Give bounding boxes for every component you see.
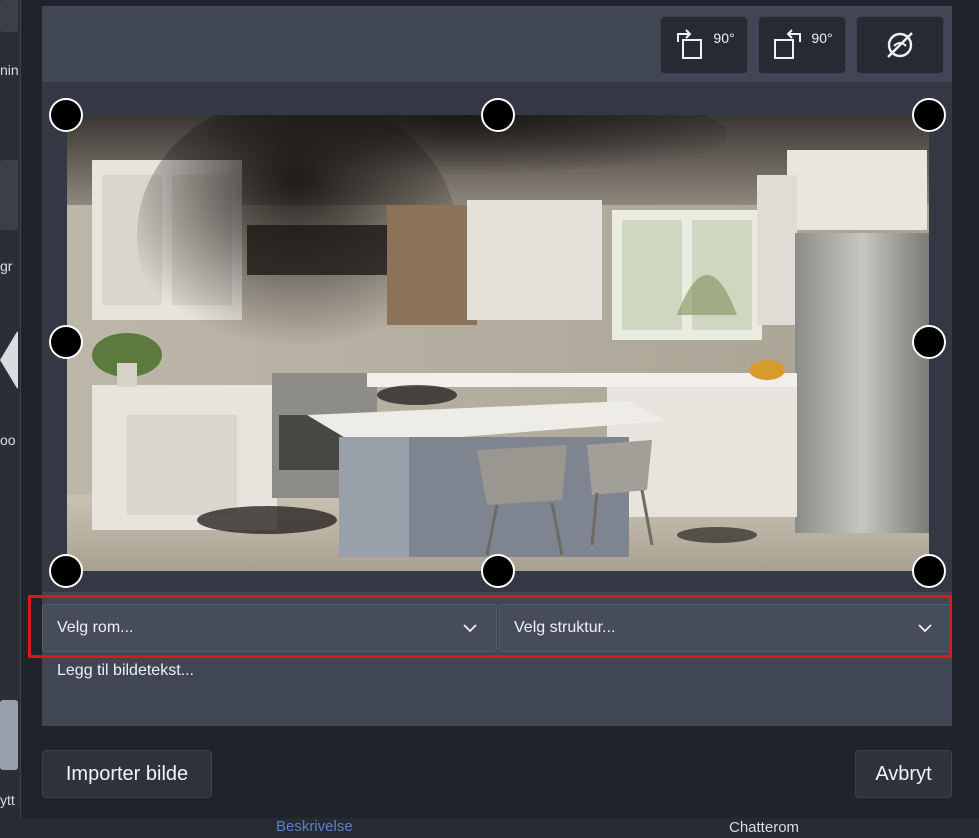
- crop-handle-top-right[interactable]: [912, 98, 946, 132]
- background-tile: [0, 160, 18, 230]
- room-select[interactable]: Velg rom...: [42, 604, 497, 652]
- background-tile: [0, 700, 18, 770]
- rotate-counterclockwise-icon: [771, 28, 805, 62]
- crop-handle-bottom-left[interactable]: [49, 554, 83, 588]
- tab-chatterom[interactable]: Chatterom: [729, 819, 799, 836]
- background-label: ytt: [0, 792, 15, 808]
- tab-beskrivelse[interactable]: Beskrivelse: [276, 818, 353, 835]
- rotate-right-button[interactable]: 90°: [660, 16, 748, 74]
- import-image-button[interactable]: Importer bilde: [42, 750, 212, 798]
- chevron-down-icon: [917, 620, 933, 641]
- image-details-form: Velg rom... Velg struktur...: [28, 592, 952, 726]
- structure-select-value: Velg struktur...: [514, 619, 616, 636]
- crop-handle-bottom-right[interactable]: [912, 554, 946, 588]
- background-label: gr: [0, 258, 13, 274]
- crop-handle-top-left[interactable]: [49, 98, 83, 132]
- rotate-left-button[interactable]: 90°: [758, 16, 846, 74]
- hide-image-button[interactable]: [856, 16, 944, 74]
- chevron-down-icon: [462, 620, 478, 641]
- eye-off-icon: [884, 29, 916, 61]
- play-icon: [0, 330, 18, 390]
- background-tile: [0, 0, 18, 32]
- crop-stage: [42, 82, 952, 592]
- background-label: oo: [0, 432, 16, 448]
- cancel-button[interactable]: Avbryt: [855, 750, 952, 798]
- rotate-right-label: 90°: [713, 30, 735, 46]
- room-select-value: Velg rom...: [57, 619, 134, 636]
- rotate-left-label: 90°: [811, 30, 833, 46]
- rotate-clockwise-icon: [673, 28, 707, 62]
- structure-select[interactable]: Velg struktur...: [499, 604, 952, 652]
- kitchen-photo: [67, 115, 929, 571]
- caption-input[interactable]: [57, 662, 937, 680]
- background-label: nin: [0, 62, 19, 78]
- crop-handle-right[interactable]: [912, 325, 946, 359]
- crop-handle-bottom[interactable]: [481, 554, 515, 588]
- image-editor-dialog: 90° 90° Velg rom... Velg struktur... Leg…: [20, 0, 979, 818]
- background-sidebar: nin gr oo ytt ounkt: [0, 0, 34, 838]
- image-toolbar: 90° 90°: [42, 6, 952, 82]
- crop-handle-left[interactable]: [49, 325, 83, 359]
- crop-handle-top[interactable]: [481, 98, 515, 132]
